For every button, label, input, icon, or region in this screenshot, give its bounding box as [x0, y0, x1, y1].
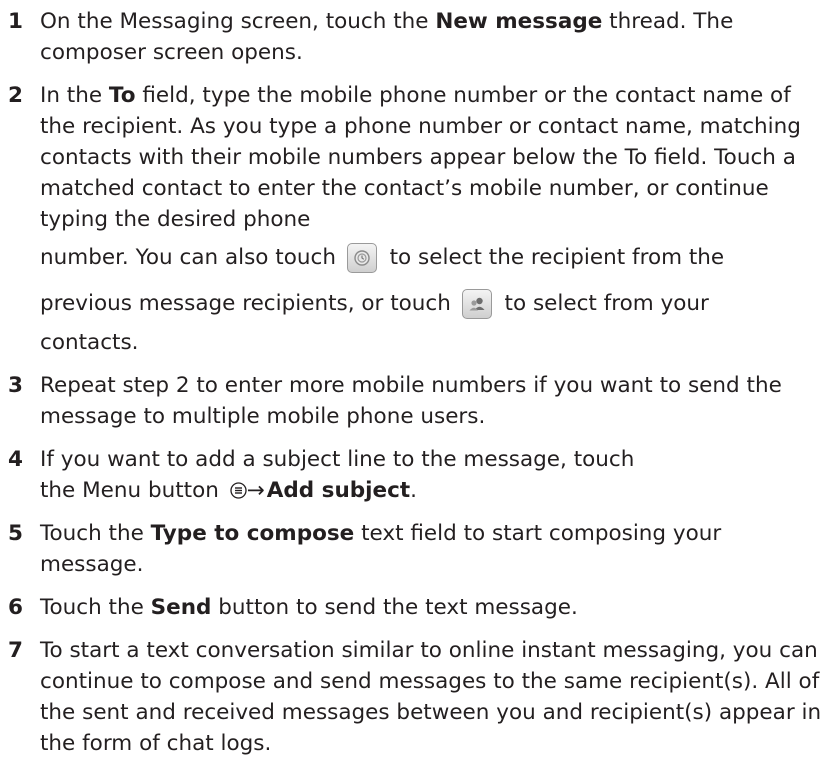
step-number: 4: [8, 447, 23, 472]
ui-term-send: Send: [150, 595, 212, 620]
text-line: previous message recipients, or touch to…: [40, 281, 829, 327]
text-run: number. You can also touch: [40, 245, 343, 270]
text-run: contacts.: [40, 330, 139, 355]
ui-term-add-subject: Add subject: [266, 478, 411, 503]
step-number: 1: [8, 9, 23, 34]
text-run: On the Messaging screen, touch the: [40, 9, 436, 34]
step-text: To start a text conversation similar to …: [40, 638, 822, 756]
step-text: Repeat step 2 to enter more mobile numbe…: [40, 373, 782, 429]
text-run: to select from your: [497, 291, 709, 316]
text-run: Touch the: [40, 595, 151, 620]
step-text: In the To field, type the mobile phone n…: [40, 80, 829, 358]
step-7: 7 To start a text conversation similar t…: [0, 635, 839, 759]
step-number: 5: [8, 521, 23, 546]
recent-recipients-icon: [346, 243, 377, 273]
ui-term-new-message: New message: [435, 9, 603, 34]
step-6: 6 Touch the Send button to send the text…: [0, 592, 839, 623]
text-run: button to send the text message.: [211, 595, 578, 620]
text-line: number. You can also touch to select the…: [40, 235, 829, 281]
text-run: previous message recipients, or touch: [40, 291, 458, 316]
instruction-steps: 1 On the Messaging screen, touch the New…: [0, 0, 839, 759]
step-number: 6: [8, 595, 23, 620]
text-run: Touch the: [40, 521, 151, 546]
text-line: the Menu button →Add subject.: [40, 475, 829, 506]
step-text: On the Messaging screen, touch the New m…: [40, 6, 829, 68]
text-run: In the: [40, 83, 109, 108]
step-number: 2: [8, 83, 23, 108]
menu-icon: [230, 482, 247, 499]
step-3: 3 Repeat step 2 to enter more mobile num…: [0, 370, 839, 432]
text-run: field, type the mobile phone number or t…: [40, 83, 801, 232]
step-number: 7: [8, 638, 23, 663]
step-5: 5 Touch the Type to compose text field t…: [0, 518, 839, 580]
text-run: .: [410, 478, 417, 503]
step-text: If you want to add a subject line to the…: [40, 444, 829, 506]
ui-term-type-to-compose: Type to compose: [150, 521, 355, 546]
step-number: 3: [8, 373, 23, 398]
step-2: 2 In the To field, type the mobile phone…: [0, 80, 839, 358]
step-1: 1 On the Messaging screen, touch the New…: [0, 6, 839, 68]
step-text: Touch the Send button to send the text m…: [40, 592, 829, 623]
step-text: Touch the Type to compose text field to …: [40, 518, 829, 580]
text-run: the Menu button: [40, 478, 226, 503]
text-run: to select the recipient from the: [382, 245, 725, 270]
contacts-icon: [461, 289, 492, 319]
arrow-glyph: →: [246, 478, 265, 503]
step-4: 4 If you want to add a subject line to t…: [0, 444, 839, 506]
ui-term-to: To: [108, 83, 136, 108]
text-line: If you want to add a subject line to the…: [40, 447, 635, 472]
